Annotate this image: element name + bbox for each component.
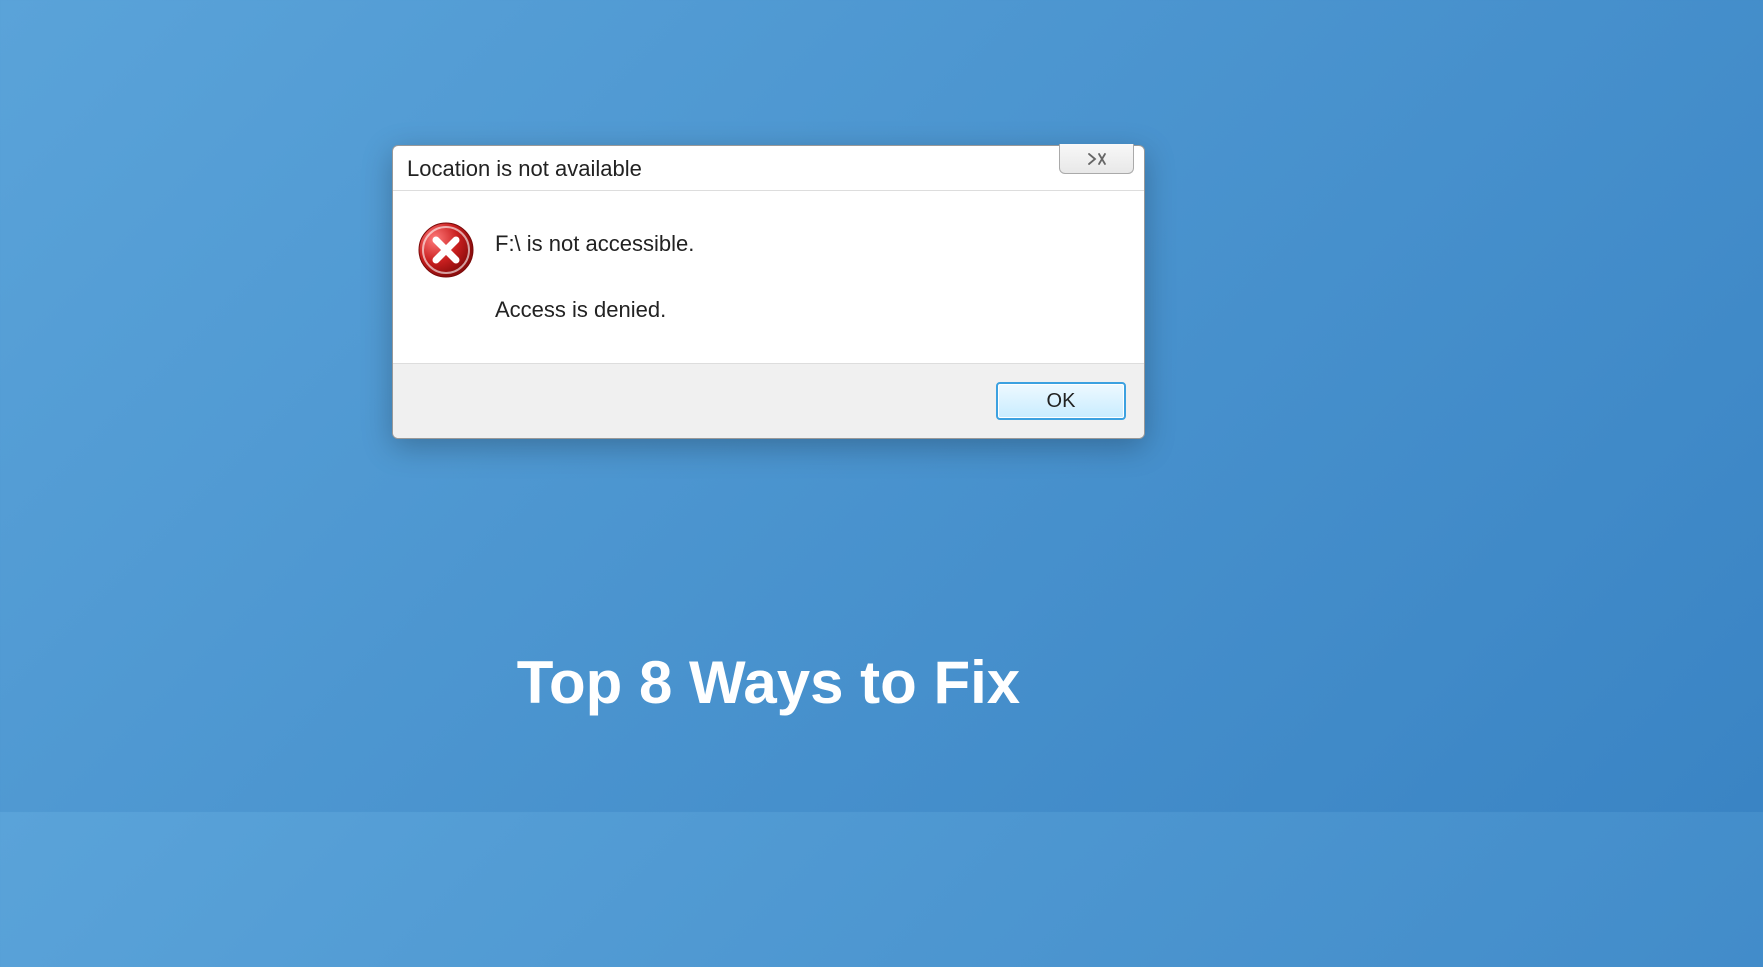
dialog-content: F:\ is not accessible. Access is denied. xyxy=(393,190,1144,363)
dialog-titlebar: Location is not available xyxy=(393,146,1144,190)
message-line-1: F:\ is not accessible. xyxy=(495,231,1120,257)
message-block: F:\ is not accessible. Access is denied. xyxy=(495,221,1120,323)
close-button[interactable] xyxy=(1059,144,1134,174)
dialog-footer: OK xyxy=(393,363,1144,438)
ok-button[interactable]: OK xyxy=(996,382,1126,420)
error-dialog: Location is not available F:\ is not acc… xyxy=(392,145,1145,439)
message-line-2: Access is denied. xyxy=(495,297,1120,323)
dialog-title: Location is not available xyxy=(407,156,642,182)
page-caption: Top 8 Ways to Fix xyxy=(0,648,1537,717)
error-icon xyxy=(417,221,475,279)
close-icon xyxy=(1085,152,1109,166)
